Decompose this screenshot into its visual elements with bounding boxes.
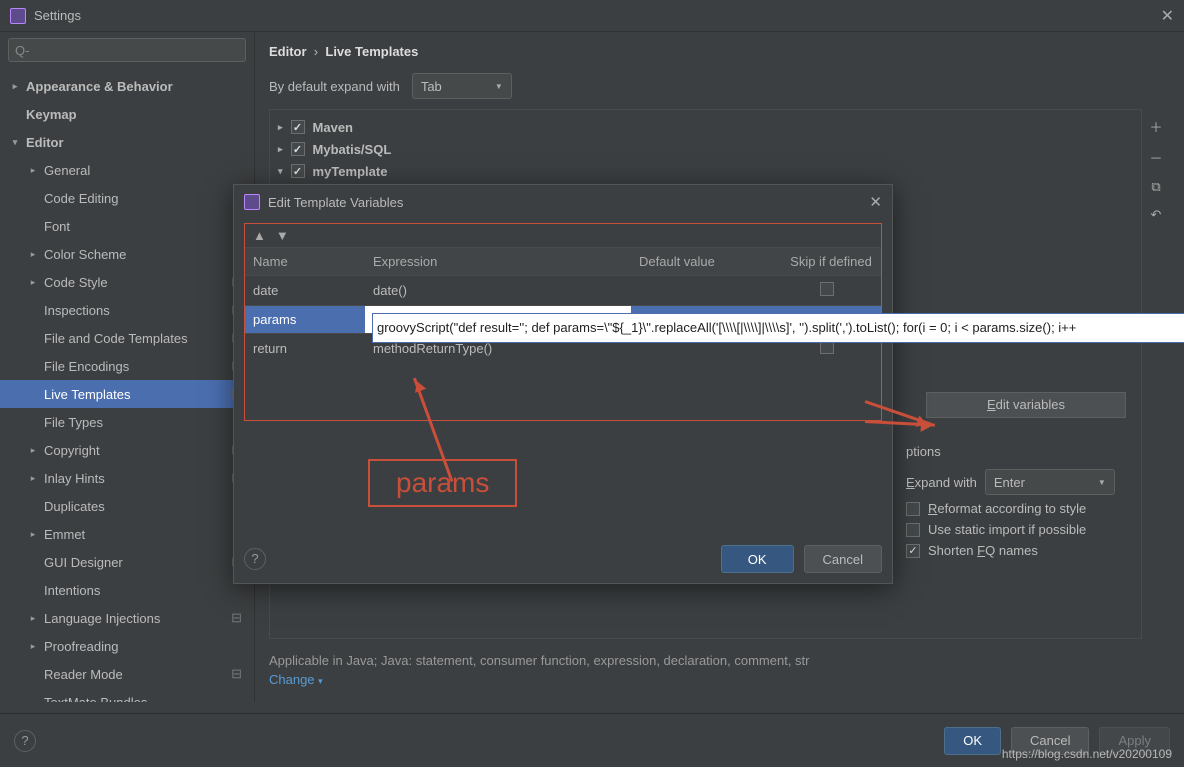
static-import-label: Use static import if possible bbox=[928, 522, 1086, 537]
col-skip: Skip if defined bbox=[781, 248, 881, 276]
chevron-down-icon: ▼ bbox=[495, 82, 503, 91]
shorten-checkbox[interactable] bbox=[906, 544, 920, 558]
options-label: ptions bbox=[906, 444, 1166, 459]
expand-with-label: Expand with bbox=[906, 475, 977, 490]
template-group[interactable]: ▸Maven bbox=[270, 116, 1141, 138]
tree-item[interactable]: ▸Proofreading bbox=[0, 632, 254, 660]
settings-tree[interactable]: ▸Appearance & BehaviorKeymap▾Editor▸Gene… bbox=[0, 68, 254, 702]
move-down-icon[interactable]: ▼ bbox=[276, 228, 289, 243]
tree-item[interactable]: Intentions bbox=[0, 576, 254, 604]
tree-item[interactable]: ▸Color Scheme bbox=[0, 240, 254, 268]
table-row[interactable]: datedate() bbox=[245, 276, 881, 306]
search-input[interactable]: Q- bbox=[8, 38, 246, 62]
applicable-text: Applicable in Java; Java: statement, con… bbox=[269, 653, 1170, 668]
tree-item[interactable]: TextMate Bundles bbox=[0, 688, 254, 702]
dialog-close-icon[interactable]: ✕ bbox=[869, 193, 882, 211]
tree-item[interactable]: Font bbox=[0, 212, 254, 240]
change-link[interactable]: Change ▾ bbox=[269, 672, 323, 687]
tree-item[interactable]: File Types bbox=[0, 408, 254, 436]
remove-icon[interactable]: － bbox=[1149, 148, 1162, 167]
tree-item[interactable]: ▸General bbox=[0, 156, 254, 184]
copy-icon[interactable]: ⧉ bbox=[1151, 179, 1160, 195]
expression-editor[interactable]: groovyScript("def result=''; def params=… bbox=[372, 313, 1184, 343]
col-name: Name bbox=[245, 248, 365, 276]
annotation-callout: params bbox=[368, 459, 517, 507]
ok-button[interactable]: OK bbox=[944, 727, 1001, 755]
tree-item[interactable]: Reader Mode⊟ bbox=[0, 660, 254, 688]
tree-item[interactable]: ▸Inlay Hints⊟ bbox=[0, 464, 254, 492]
window-title: Settings bbox=[34, 8, 81, 23]
tree-item[interactable]: ▾Editor bbox=[0, 128, 254, 156]
reformat-label: Reformat according to style bbox=[928, 501, 1086, 516]
chevron-down-icon: ▼ bbox=[1098, 478, 1106, 487]
revert-icon[interactable]: ↶ bbox=[1151, 207, 1162, 223]
template-group[interactable]: ▸Mybatis/SQL bbox=[270, 138, 1141, 160]
tree-item[interactable]: Duplicates bbox=[0, 492, 254, 520]
watermark: https://blog.csdn.net/v20200109 bbox=[1002, 747, 1172, 761]
tree-item[interactable]: ▸Appearance & Behavior bbox=[0, 72, 254, 100]
col-expression: Expression bbox=[365, 248, 631, 276]
app-logo-icon bbox=[244, 194, 260, 210]
dialog-cancel-button[interactable]: Cancel bbox=[804, 545, 882, 573]
edit-variables-button[interactable]: Edit variables bbox=[926, 392, 1126, 418]
breadcrumb: Editor › Live Templates bbox=[269, 44, 1170, 59]
expand-with-combo[interactable]: Enter▼ bbox=[985, 469, 1115, 495]
help-icon[interactable]: ? bbox=[14, 730, 36, 752]
tree-item[interactable]: ▸Emmet bbox=[0, 520, 254, 548]
group-checkbox[interactable] bbox=[291, 142, 305, 156]
col-default: Default value bbox=[631, 248, 781, 276]
tree-item[interactable]: GUI Designer⊟ bbox=[0, 548, 254, 576]
tree-item[interactable]: File and Code Templates⊟ bbox=[0, 324, 254, 352]
dialog-help-icon[interactable]: ? bbox=[244, 548, 266, 570]
tree-item[interactable]: ▸Copyright⊟ bbox=[0, 436, 254, 464]
tree-item[interactable]: ▸Language Injections⊟ bbox=[0, 604, 254, 632]
group-checkbox[interactable] bbox=[291, 164, 305, 178]
gear-icon: ⊟ bbox=[231, 666, 242, 682]
static-import-checkbox[interactable] bbox=[906, 523, 920, 537]
tree-item[interactable]: Keymap bbox=[0, 100, 254, 128]
shorten-label: Shorten FQ names bbox=[928, 543, 1038, 558]
tree-item[interactable]: Live Templates⊟ bbox=[0, 380, 254, 408]
app-logo-icon bbox=[10, 8, 26, 24]
tree-item[interactable]: Inspections⊟ bbox=[0, 296, 254, 324]
gear-icon: ⊟ bbox=[231, 610, 242, 626]
dialog-ok-button[interactable]: OK bbox=[721, 545, 794, 573]
group-checkbox[interactable] bbox=[291, 120, 305, 134]
move-up-icon[interactable]: ▲ bbox=[253, 228, 266, 243]
skip-checkbox[interactable] bbox=[820, 282, 834, 296]
tree-item[interactable]: Code Editing bbox=[0, 184, 254, 212]
expand-combo[interactable]: Tab▼ bbox=[412, 73, 512, 99]
template-group[interactable]: ▾myTemplate bbox=[270, 160, 1141, 182]
close-icon[interactable]: ✕ bbox=[1161, 6, 1174, 26]
edit-template-variables-dialog: Edit Template Variables ✕ ▲ ▼ Name Expres… bbox=[233, 184, 893, 584]
dialog-title: Edit Template Variables bbox=[268, 195, 403, 210]
tree-item[interactable]: ▸Code Style⊟ bbox=[0, 268, 254, 296]
add-icon[interactable]: ＋ bbox=[1149, 117, 1162, 136]
expand-label: By default expand with bbox=[269, 79, 400, 94]
variables-table[interactable]: Name Expression Default value Skip if de… bbox=[245, 247, 881, 363]
tree-item[interactable]: File Encodings⊟ bbox=[0, 352, 254, 380]
reformat-checkbox[interactable] bbox=[906, 502, 920, 516]
